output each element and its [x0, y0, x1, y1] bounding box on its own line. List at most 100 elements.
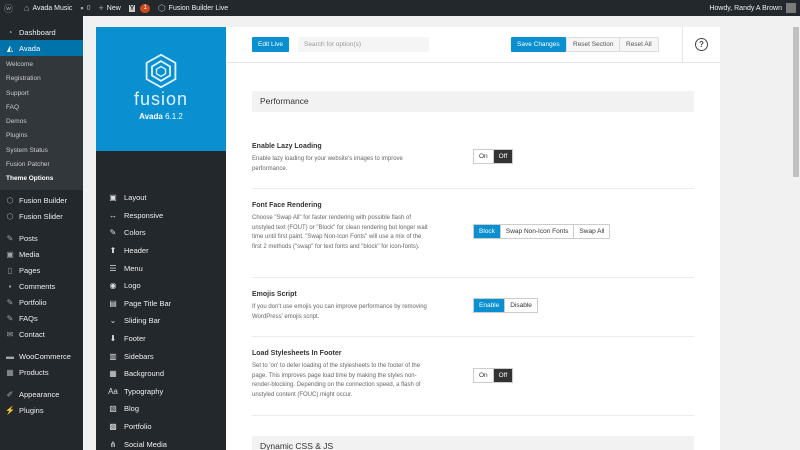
pages-icon: ▯ — [7, 266, 13, 276]
options-menu-header[interactable]: ⬆ Header — [96, 242, 226, 260]
fusion-builder-live-link[interactable]: ⬡ Fusion Builder Live — [154, 0, 232, 16]
menu-appearance[interactable]: ✐ Appearance — [0, 387, 83, 403]
menu-fusion-builder[interactable]: ⬡ Fusion Builder — [0, 193, 83, 209]
options-menu-colors[interactable]: ✎ Colors — [96, 224, 226, 242]
options-menu-sidebars[interactable]: ▥ Sidebars — [96, 347, 226, 365]
submenu-demos[interactable]: Demos — [0, 115, 83, 129]
edit-live-button[interactable]: Edit Live — [252, 37, 289, 52]
submenu-faq[interactable]: FAQ — [0, 101, 83, 115]
menu-comments[interactable]: ▪ Comments — [0, 279, 83, 295]
options-menu-label: Footer — [124, 334, 146, 344]
choice-off[interactable]: Off — [492, 369, 513, 382]
help-icon[interactable]: ? — [695, 38, 708, 51]
comments-link[interactable]: ▪ 0 — [76, 0, 94, 16]
options-menu-label: Responsive — [124, 210, 164, 220]
choice-block[interactable]: Block — [474, 225, 500, 238]
options-menu-label: Sliding Bar — [124, 316, 161, 326]
options-menu-label: Background — [124, 369, 165, 379]
save-changes-button[interactable]: Save Changes — [511, 37, 566, 52]
submenu-fusion-patcher[interactable]: Fusion Patcher — [0, 158, 83, 172]
theme-options-sidebar: fusion Avada 6.1.2 ▣ Layout ↔ Responsive ✎ Co… — [96, 27, 226, 450]
options-menu-background[interactable]: ▦ Background — [96, 365, 226, 383]
options-menu-layout[interactable]: ▣ Layout — [96, 189, 226, 207]
yoast-link[interactable]: Y1 — [125, 0, 154, 16]
media-icon: ▣ — [6, 250, 14, 260]
choice-off[interactable]: Off — [492, 150, 513, 163]
menu-dashboard[interactable]: ◔ Dashboard — [0, 24, 83, 40]
options-menu-blog[interactable]: ▧ Blog — [96, 400, 226, 418]
menu-posts[interactable]: ✎ Posts — [0, 231, 83, 247]
pin-icon: ✎ — [6, 234, 14, 244]
fusion-logo-icon — [145, 53, 177, 89]
options-panel: Edit Live Save Changes Reset Section Res… — [226, 27, 720, 450]
new-content-link[interactable]: + New — [95, 0, 125, 16]
submenu-theme-options[interactable]: Theme Options — [0, 172, 83, 186]
menu-pages[interactable]: ▯ Pages — [0, 263, 83, 279]
account-menu[interactable]: Howdy, Randy A Brown — [709, 0, 796, 16]
sidebars-icon: ▥ — [109, 351, 117, 361]
menu-contact[interactable]: ✉ Contact — [0, 327, 83, 343]
dashboard-icon: ◔ — [7, 27, 13, 37]
options-menu-portfolio[interactable]: ▩ Portfolio — [96, 418, 226, 436]
submenu-system-status[interactable]: System Status — [0, 144, 83, 158]
fusion-logo-text: fusion — [133, 89, 189, 109]
comment-icon: ▪ — [80, 3, 84, 13]
woocommerce-icon: ▬ — [6, 352, 14, 362]
site-name-link[interactable]: ⌂ Avada Music — [20, 0, 76, 16]
choice-enable[interactable]: Enable — [474, 299, 505, 312]
font-rendering-buttonset: Block Swap Non-Icon Fonts Swap All — [473, 224, 611, 239]
search-input[interactable] — [298, 37, 429, 52]
yoast-icon: Y — [128, 4, 136, 12]
options-menu-label: Sidebars — [124, 351, 154, 361]
menu-media[interactable]: ▣ Media — [0, 247, 83, 263]
options-menu-page-title-bar[interactable]: ▤ Page Title Bar — [96, 295, 226, 313]
submenu-plugins[interactable]: Plugins — [0, 129, 83, 143]
menu-faqs[interactable]: ✎ FAQs — [0, 311, 83, 327]
options-menu-footer[interactable]: ⬇ Footer — [96, 330, 226, 348]
options-menu-social-media[interactable]: ⋔ Social Media — [96, 435, 226, 450]
scrollbar-thumb[interactable] — [793, 27, 799, 177]
option-description: Choose "Swap All" for faster rendering w… — [252, 215, 428, 250]
options-menu-sliding-bar[interactable]: ⌄ Sliding Bar — [96, 312, 226, 330]
pin-icon: ✎ — [6, 298, 14, 308]
choice-on[interactable]: On — [474, 150, 493, 163]
products-icon: ▦ — [6, 368, 14, 378]
menu-plugins[interactable]: ⚡ Plugins — [0, 403, 83, 419]
menu-woocommerce[interactable]: ▬ WooCommerce — [0, 349, 83, 365]
submenu-registration[interactable]: Registration — [0, 72, 83, 86]
options-menu-menu[interactable]: ☰ Menu — [96, 259, 226, 277]
options-menu-responsive[interactable]: ↔ Responsive — [96, 207, 226, 225]
option-description: Set to 'on' to defer loading of the styl… — [252, 363, 421, 398]
menu-fusion-slider[interactable]: ⬡ Fusion Slider — [0, 209, 83, 225]
wordpress-logo-icon[interactable]: ⓦ — [0, 0, 20, 16]
choice-swap-non-icon-fonts[interactable]: Swap Non-Icon Fonts — [499, 225, 574, 238]
stylesheets-footer-toggle: On Off — [473, 368, 514, 383]
footer-icon: ⬇ — [109, 334, 117, 344]
background-icon: ▦ — [109, 369, 117, 379]
submenu-welcome[interactable]: Welcome — [0, 58, 83, 72]
portfolio-icon: ▩ — [109, 422, 117, 432]
reset-all-button[interactable]: Reset All — [619, 37, 659, 52]
choice-disable[interactable]: Disable — [504, 299, 537, 312]
options-menu-typography[interactable]: Aa Typography — [96, 383, 226, 401]
menu-products[interactable]: ▦ Products — [0, 365, 83, 381]
submenu-support[interactable]: Support — [0, 87, 83, 101]
wp-admin-sidebar: ◔ Dashboard ◭ Avada Welcome Registration S… — [0, 16, 83, 450]
choice-swap-all[interactable]: Swap All — [573, 225, 610, 238]
option-emojis-script: Emojis Script If you don't use emojis yo… — [252, 291, 694, 337]
logo-icon: ◉ — [109, 281, 117, 291]
menu-portfolio[interactable]: ✎ Portfolio — [0, 295, 83, 311]
options-menu-label: Menu — [124, 263, 143, 273]
options-menu-logo[interactable]: ◉ Logo — [96, 277, 226, 295]
reset-section-button[interactable]: Reset Section — [566, 37, 621, 52]
choice-on[interactable]: On — [474, 369, 493, 382]
menu-icon: ☰ — [109, 263, 117, 273]
option-lazy-loading: Enable Lazy Loading Enable lazy loading … — [252, 143, 694, 189]
option-title: Font Face Rendering — [252, 202, 322, 209]
blog-icon: ▧ — [109, 404, 117, 414]
section-title: Performance — [252, 91, 694, 112]
menu-avada[interactable]: ◭ Avada — [0, 40, 83, 56]
chevron-down-icon: ⌄ — [109, 316, 117, 326]
avada-submenu: Welcome Registration Support FAQ Demos P… — [0, 56, 83, 190]
option-title: Load Stylesheets In Footer — [252, 350, 342, 357]
